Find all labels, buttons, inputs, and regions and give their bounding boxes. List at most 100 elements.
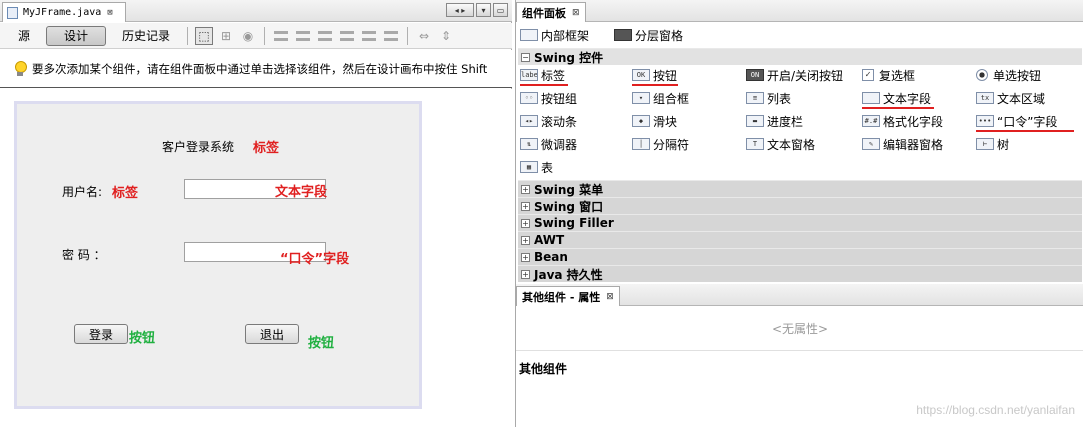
align-left-icon[interactable] <box>272 27 290 45</box>
expand-icon[interactable]: + <box>521 269 530 279</box>
palette-item-text: 按钮组 <box>541 91 578 106</box>
category-swing-filler[interactable]: + Swing Filler <box>518 214 1082 231</box>
palette-tabbar: 组件面板 ⊠ <box>516 0 1083 22</box>
connection-mode-icon[interactable]: ⊞ <box>217 27 235 45</box>
username-annotation: 标签 <box>112 186 139 201</box>
palette-item-list[interactable]: ≡ 列表 <box>746 89 791 107</box>
password-label[interactable]: 密 码 ： <box>62 246 106 263</box>
preview-design-icon[interactable]: ◉ <box>239 27 257 45</box>
palette-item-toggle-button[interactable]: ON 开启/关闭按钮 <box>746 66 843 84</box>
palette-item-formatted-field[interactable]: #.# 格式化字段 <box>862 112 943 130</box>
palette-item-editor-pane[interactable]: ✎ 编辑器窗格 <box>862 135 943 153</box>
align-right-icon[interactable] <box>294 27 312 45</box>
close-icon[interactable]: ⊠ <box>606 292 614 302</box>
properties-section-title: 其他组件 <box>519 362 568 376</box>
palette-item-spinner[interactable]: ⇅ 微调器 <box>520 135 577 153</box>
scroll-tabs-button[interactable]: ◂ ▸ <box>446 3 474 17</box>
formatted-field-icon: #.# <box>862 115 880 127</box>
align-bottom-icon[interactable] <box>360 27 378 45</box>
palette-item-text-field[interactable]: 文本字段 <box>862 89 931 107</box>
category-label: Java 持久性 <box>534 267 603 282</box>
palette-item-slider[interactable]: ◆ 滑块 <box>632 112 677 130</box>
expand-icon[interactable]: + <box>521 252 530 262</box>
form-editor: MyJFrame.java ⊠ ◂ ▸ ▾ ▭ 源 设计 历史记录 ⬚ ⊞ ◉ … <box>0 0 512 427</box>
maximize-icon[interactable]: ▭ <box>493 3 508 17</box>
palette-tab[interactable]: 组件面板 ⊠ <box>516 2 586 22</box>
palette-item-text: 树 <box>997 137 1010 152</box>
slider-icon: ◆ <box>632 115 650 127</box>
exit-button[interactable]: 退出 <box>245 324 299 344</box>
expand-icon[interactable]: + <box>521 218 530 228</box>
palette-item-internal-frame[interactable]: 内部框架 <box>520 26 589 44</box>
design-canvas[interactable]: 客户登录系统 标签 用户名: 标签 文本字段 密 码 ： “口令”字段 登录 按… <box>0 89 512 427</box>
close-icon[interactable]: ⊠ <box>107 8 112 18</box>
checkbox-icon: ✓ <box>862 69 874 81</box>
title-label[interactable]: 客户登录系统 <box>162 138 234 155</box>
palette-item-text-area[interactable]: tx 文本区域 <box>976 89 1045 107</box>
category-swing-menus[interactable]: + Swing 菜单 <box>518 180 1082 197</box>
username-label[interactable]: 用户名: <box>62 183 102 200</box>
exit-annotation: 按钮 <box>308 336 335 351</box>
jframe-form[interactable]: 客户登录系统 标签 用户名: 标签 文本字段 密 码 ： “口令”字段 登录 按… <box>14 101 422 409</box>
palette-item-text: 微调器 <box>541 137 578 152</box>
palette-item-text: 列表 <box>767 91 792 106</box>
properties-empty: <无属性> <box>516 307 1083 351</box>
category-label: Swing Filler <box>534 216 614 230</box>
palette-item-table[interactable]: ▦ 表 <box>520 158 553 176</box>
center-horizontal-icon[interactable] <box>316 27 334 45</box>
tab-list-icon[interactable]: ▾ <box>476 3 491 17</box>
palette-item-tree[interactable]: ⊢ 树 <box>976 135 1009 153</box>
username-field-annotation: 文本字段 <box>275 185 328 200</box>
category-swing-windows[interactable]: + Swing 窗口 <box>518 197 1082 214</box>
palette-item-text-pane[interactable]: T 文本窗格 <box>746 135 815 153</box>
login-button[interactable]: 登录 <box>74 324 128 344</box>
tab-history[interactable]: 历史记录 <box>110 26 182 46</box>
lightbulb-icon <box>14 60 27 77</box>
login-annotation: 按钮 <box>129 331 156 346</box>
editor-tab[interactable]: MyJFrame.java ⊠ <box>2 2 126 22</box>
palette-item-separator[interactable]: │ 分隔符 <box>632 135 689 153</box>
palette-item-checkbox[interactable]: ✓ 复选框 <box>862 66 915 84</box>
expand-icon[interactable]: + <box>521 184 530 194</box>
align-top-icon[interactable] <box>338 27 356 45</box>
category-swing-controls[interactable]: − Swing 控件 <box>518 48 1082 65</box>
properties-tabbar: 其他组件 - 属性 ⊠ <box>516 284 1083 306</box>
collapse-icon[interactable]: − <box>521 52 530 62</box>
expand-icon[interactable]: + <box>521 235 530 245</box>
button-icon: OK <box>632 69 650 81</box>
category-label: Swing 控件 <box>534 50 604 65</box>
button-group-icon: ◦◦ <box>520 92 538 104</box>
category-awt[interactable]: + AWT <box>518 231 1082 248</box>
tab-source[interactable]: 源 <box>6 26 42 46</box>
close-icon[interactable]: ⊠ <box>572 8 580 18</box>
palette-item-combo-box[interactable]: ▾ 组合框 <box>632 89 689 107</box>
editor-tab-label: MyJFrame.java <box>23 7 102 18</box>
highlight-underline <box>520 84 568 86</box>
palette-item-button-group[interactable]: ◦◦ 按钮组 <box>520 89 577 107</box>
category-java-persistence[interactable]: + Java 持久性 <box>518 265 1082 282</box>
category-label: Swing 菜单 <box>534 182 604 197</box>
palette-item-scroll-bar[interactable]: ◂▸ 滚动条 <box>520 112 577 130</box>
tab-design[interactable]: 设计 <box>46 25 107 46</box>
category-bean[interactable]: + Bean <box>518 248 1082 265</box>
category-label: Swing 窗口 <box>534 199 604 214</box>
center-vertical-icon[interactable] <box>382 27 400 45</box>
selection-mode-icon[interactable]: ⬚ <box>195 26 214 45</box>
palette-item-layered-pane[interactable]: 分层窗格 <box>614 26 683 44</box>
progress-bar-icon: ▬ <box>746 115 764 127</box>
properties-tab[interactable]: 其他组件 - 属性 ⊠ <box>516 286 620 306</box>
radio-button-icon <box>976 69 988 81</box>
palette-item-text: 文本字段 <box>883 91 932 106</box>
toolbar-separator <box>264 26 266 45</box>
palette-item-button[interactable]: OK 按钮 <box>632 66 677 84</box>
palette-item-progress-bar[interactable]: ▬ 进度栏 <box>746 112 803 130</box>
palette-item-text: 滚动条 <box>541 114 578 129</box>
resize-vertical-icon[interactable]: ⇕ <box>437 27 455 45</box>
palette-item-password-field[interactable]: ••• “口令”字段 <box>976 112 1057 130</box>
resize-horizontal-icon[interactable]: ⇔ <box>415 27 433 45</box>
expand-icon[interactable]: + <box>521 201 530 211</box>
palette-item-radio-button[interactable]: 单选按钮 <box>976 66 1041 84</box>
palette-item-text: 开启/关闭按钮 <box>767 68 844 83</box>
palette-item-label[interactable]: label标签 <box>520 66 565 84</box>
label-icon: label <box>520 69 538 81</box>
